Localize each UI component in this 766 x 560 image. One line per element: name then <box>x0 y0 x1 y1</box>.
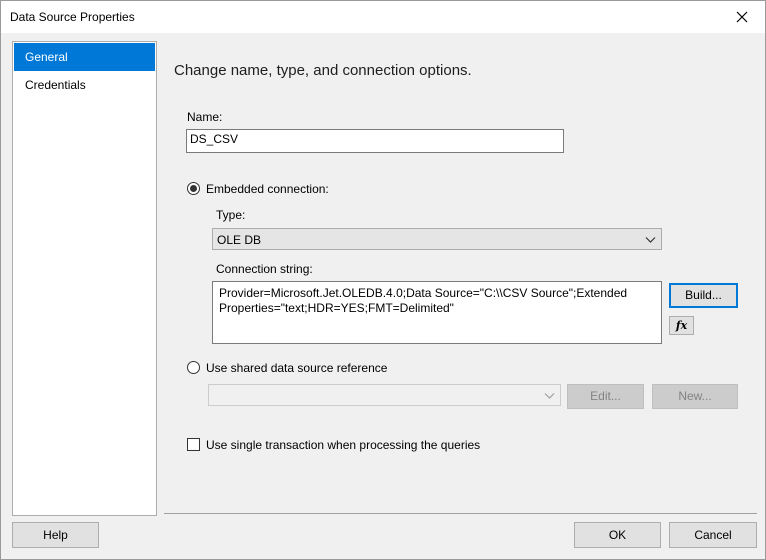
connection-string-label: Connection string: <box>216 262 313 276</box>
build-button[interactable]: Build... <box>669 283 738 308</box>
name-field[interactable]: DS_CSV <box>186 129 564 153</box>
embedded-connection-label: Embedded connection: <box>206 182 329 196</box>
close-button[interactable] <box>719 1 765 33</box>
type-dropdown-value: OLE DB <box>217 233 262 247</box>
type-dropdown[interactable]: OLE DB <box>212 228 662 250</box>
chevron-down-icon <box>645 237 656 243</box>
sidebar-nav: General Credentials <box>12 41 157 516</box>
expression-button[interactable]: fx <box>669 316 694 335</box>
close-icon <box>736 11 748 23</box>
fx-icon: fx <box>675 319 688 332</box>
radio-selected-dot <box>190 185 197 192</box>
help-button[interactable]: Help <box>12 522 99 548</box>
chevron-down-icon <box>544 393 555 399</box>
sidebar-item-credentials[interactable]: Credentials <box>14 71 155 99</box>
shared-data-source-label: Use shared data source reference <box>206 361 388 375</box>
page-heading: Change name, type, and connection option… <box>174 62 472 79</box>
connection-string-field[interactable]: Provider=Microsoft.Jet.OLEDB.4.0;Data So… <box>212 281 662 344</box>
footer-divider <box>164 513 757 514</box>
name-label: Name: <box>187 110 223 124</box>
title-bar: Data Source Properties <box>1 1 765 33</box>
embedded-connection-radio[interactable] <box>187 182 200 195</box>
cancel-button[interactable]: Cancel <box>669 522 757 548</box>
single-transaction-checkbox[interactable] <box>187 438 200 451</box>
ok-button[interactable]: OK <box>574 522 661 548</box>
type-label: Type: <box>216 208 246 222</box>
shared-data-source-dropdown[interactable] <box>208 384 561 406</box>
edit-button[interactable]: Edit... <box>567 384 644 409</box>
window-title: Data Source Properties <box>10 10 135 24</box>
sidebar-item-general[interactable]: General <box>14 43 155 71</box>
dialog-window: Data Source Properties General Credentia… <box>0 0 766 560</box>
single-transaction-label: Use single transaction when processing t… <box>206 438 481 452</box>
shared-data-source-radio[interactable] <box>187 361 200 374</box>
new-button[interactable]: New... <box>652 384 738 409</box>
